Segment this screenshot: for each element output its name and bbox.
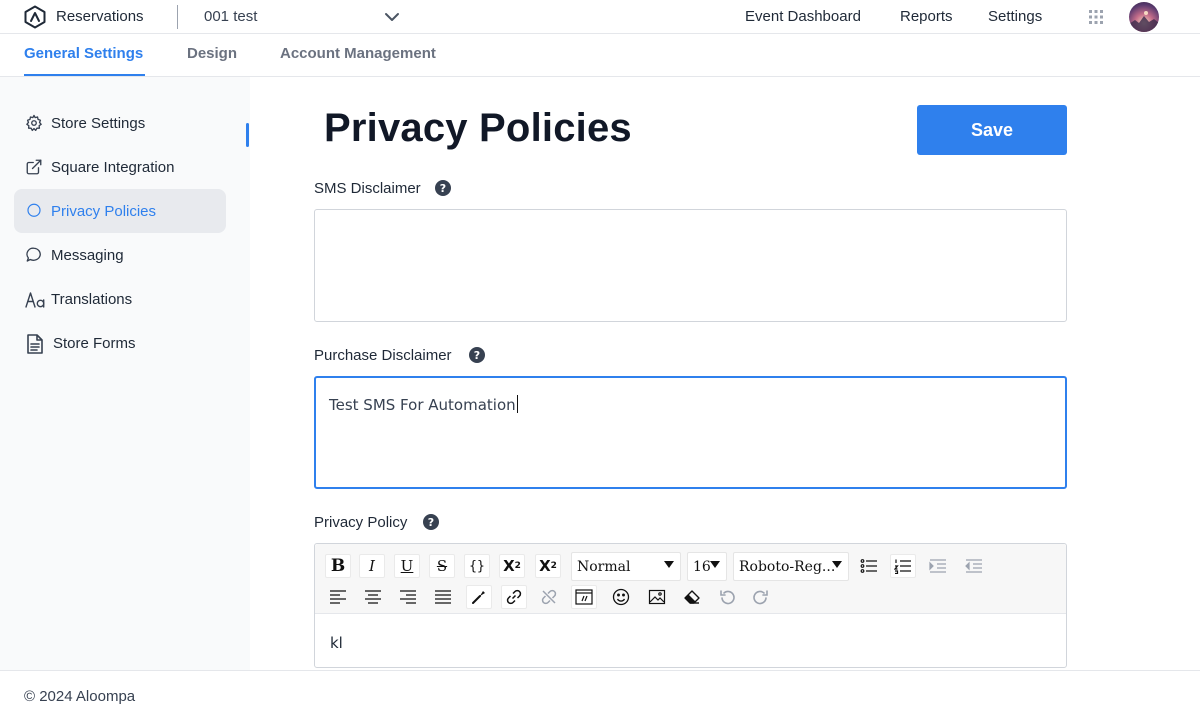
external-link-icon	[25, 158, 43, 176]
sidebar-item-label: Messaging	[51, 247, 124, 264]
link-icon[interactable]	[501, 585, 527, 609]
purchase-disclaimer-text: Test SMS For Automation	[329, 396, 516, 414]
purchase-disclaimer-textarea[interactable]: Test SMS For Automation	[314, 376, 1067, 489]
sidebar-item-square-integration[interactable]: Square Integration	[14, 145, 226, 189]
sidebar-item-store-settings[interactable]: Store Settings	[14, 101, 226, 145]
help-icon[interactable]: ?	[469, 347, 485, 363]
settings-tabs: General Settings Design Account Manageme…	[0, 34, 1200, 77]
chat-bubble-icon	[25, 246, 43, 264]
ordered-list-icon[interactable]	[890, 554, 916, 578]
gear-icon	[25, 114, 43, 132]
image-icon[interactable]	[644, 585, 670, 609]
save-button[interactable]: Save	[917, 105, 1067, 155]
tab-account-management[interactable]: Account Management	[280, 45, 436, 62]
align-right-icon[interactable]	[395, 585, 421, 609]
sidebar-item-label: Translations	[51, 291, 133, 308]
font-aa-icon	[25, 291, 47, 309]
document-icon	[26, 334, 44, 354]
indent-icon[interactable]	[925, 554, 951, 578]
nav-reports[interactable]: Reports	[900, 8, 953, 25]
privacy-policy-label: Privacy Policy	[314, 514, 408, 531]
align-left-icon[interactable]	[325, 585, 351, 609]
embed-icon[interactable]	[571, 585, 597, 609]
page-title: Privacy Policies	[324, 106, 632, 150]
redo-icon[interactable]	[748, 585, 774, 609]
privacy-policy-content[interactable]: kl	[330, 634, 343, 652]
undo-icon[interactable]	[714, 585, 740, 609]
nav-settings[interactable]: Settings	[988, 8, 1042, 25]
block-type-value: Normal	[577, 559, 631, 575]
block-type-select[interactable]: Normal	[571, 552, 681, 581]
circle-icon	[25, 202, 43, 220]
copyright-text: © 2024 Aloompa	[24, 688, 136, 705]
tab-general-settings[interactable]: General Settings	[24, 45, 143, 62]
unordered-list-icon[interactable]	[856, 554, 882, 578]
code-icon[interactable]: {}	[464, 554, 490, 578]
outdent-icon[interactable]	[961, 554, 987, 578]
sidebar-active-indicator	[246, 123, 249, 147]
purchase-disclaimer-label: Purchase Disclaimer	[314, 347, 452, 364]
subscript-icon[interactable]: X2	[535, 554, 561, 578]
privacy-policy-editor: B I U S {} X2 X2 Normal 16 Roboto-Reg...	[314, 543, 1067, 668]
sidebar-item-label: Square Integration	[51, 159, 175, 176]
sms-disclaimer-label: SMS Disclaimer	[314, 180, 421, 197]
eraser-icon[interactable]	[679, 585, 705, 609]
top-bar: Reservations 001 test Event Dashboard Re…	[0, 0, 1200, 34]
apps-grid-icon[interactable]	[1089, 10, 1103, 24]
font-family-select[interactable]: Roboto-Reg...	[733, 552, 849, 581]
help-icon[interactable]: ?	[423, 514, 439, 530]
chevron-down-icon[interactable]	[384, 11, 400, 23]
sidebar-item-store-forms[interactable]: Store Forms	[14, 321, 226, 365]
sidebar-item-label: Store Forms	[53, 335, 136, 352]
avatar[interactable]	[1129, 2, 1159, 32]
editor-toolbar: B I U S {} X2 X2 Normal 16 Roboto-Reg...	[315, 544, 1066, 614]
font-family-value: Roboto-Reg...	[739, 559, 836, 575]
superscript-icon[interactable]: X2	[499, 554, 525, 578]
app-name: Reservations	[56, 8, 144, 25]
emoji-icon[interactable]	[608, 585, 634, 609]
active-tab-indicator	[24, 74, 145, 76]
help-icon[interactable]: ?	[435, 180, 451, 196]
font-size-select[interactable]: 16	[687, 552, 727, 581]
nav-event-dashboard[interactable]: Event Dashboard	[745, 8, 861, 25]
svg-text:?: ?	[440, 182, 446, 195]
unlink-icon[interactable]	[536, 585, 562, 609]
italic-icon[interactable]: I	[359, 554, 385, 578]
sms-disclaimer-textarea[interactable]	[314, 209, 1067, 322]
align-center-icon[interactable]	[360, 585, 386, 609]
header-divider	[177, 5, 178, 29]
color-picker-icon[interactable]	[466, 585, 492, 609]
svg-text:?: ?	[474, 349, 480, 362]
font-size-value: 16	[693, 559, 711, 575]
sidebar-item-translations[interactable]: Translations	[14, 277, 226, 321]
sidebar-item-label: Privacy Policies	[51, 203, 157, 220]
underline-icon[interactable]: U	[394, 554, 420, 578]
bold-icon[interactable]: B	[325, 554, 351, 578]
strikethrough-icon[interactable]: S	[429, 554, 455, 578]
sidebar-item-privacy-policies[interactable]: Privacy Policies	[14, 189, 226, 233]
app-logo-icon[interactable]	[23, 5, 47, 29]
sidebar-item-messaging[interactable]: Messaging	[14, 233, 226, 277]
tab-design[interactable]: Design	[187, 45, 237, 62]
store-selector[interactable]: 001 test	[204, 8, 257, 25]
footer: © 2024 Aloompa	[0, 670, 1200, 720]
svg-text:?: ?	[428, 516, 434, 529]
sidebar: Store Settings Square Integration Privac…	[0, 77, 250, 670]
align-justify-icon[interactable]	[430, 585, 456, 609]
sidebar-item-label: Store Settings	[51, 115, 146, 132]
text-caret	[516, 395, 518, 413]
